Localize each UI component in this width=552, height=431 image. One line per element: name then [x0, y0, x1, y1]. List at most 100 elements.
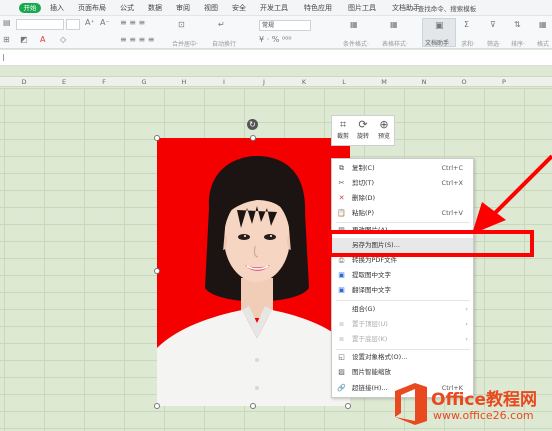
paste-icon: 📋	[337, 209, 346, 217]
sort-label[interactable]: 排序·	[511, 39, 525, 48]
menu-item-group[interactable]: 组合(G) ›	[332, 302, 473, 317]
wrap-label[interactable]: 自动换行	[212, 39, 236, 48]
merge-label[interactable]: 合并居中·	[172, 39, 198, 48]
menu-separator	[336, 300, 470, 301]
doc-helper-button[interactable]: ▣ 文档助手	[422, 18, 456, 47]
table-style-icon[interactable]: ▦	[390, 20, 398, 29]
annotation-arrow	[472, 154, 552, 234]
menu-item-delete[interactable]: ✕ 删除(D)	[332, 191, 473, 206]
rotate-button[interactable]: ⟳ 旋转	[353, 118, 373, 140]
tab-special[interactable]: 特色应用	[304, 3, 332, 13]
layers-up-icon: ⧈	[339, 320, 344, 328]
align-icons[interactable]: ≡ ≡ ≡	[120, 18, 145, 27]
tab-formulas[interactable]: 公式	[120, 3, 134, 13]
column-header[interactable]: E	[44, 78, 84, 86]
menu-item-label: 超链接(H)...	[352, 384, 388, 392]
tab-security[interactable]: 安全	[232, 3, 246, 13]
tab-developer[interactable]: 开发工具	[260, 3, 288, 13]
menu-item-paste[interactable]: 📋 粘贴(P) Ctrl+V	[332, 206, 473, 221]
resize-handle[interactable]	[154, 135, 160, 141]
submenu-arrow-icon: ›	[465, 320, 468, 328]
translate-icon: ▣	[338, 286, 345, 294]
crop-button[interactable]: ⌗ 裁剪	[333, 118, 353, 140]
resize-handle[interactable]	[154, 403, 160, 409]
font-grow-icon[interactable]: A⁺	[85, 18, 95, 27]
tab-review[interactable]: 审阅	[176, 3, 190, 13]
column-header[interactable]: D	[4, 78, 44, 86]
column-header[interactable]: I	[204, 78, 244, 86]
fill-color-icon[interactable]: ◩	[20, 35, 28, 44]
conditional-format-icon[interactable]: ▦	[350, 20, 358, 29]
menu-item-label: 组合(G)	[352, 305, 376, 313]
number-format-box[interactable]: 常规	[259, 20, 311, 31]
command-search[interactable]: ⌕ 查找命令、搜索模板	[412, 3, 476, 14]
column-header[interactable]: P	[484, 78, 524, 86]
sum-icon[interactable]: Σ	[464, 20, 469, 29]
menu-item-extract-text[interactable]: ▣ 提取图中文字	[332, 268, 473, 283]
eraser-icon[interactable]: ◇	[60, 35, 66, 44]
cond-format-label[interactable]: 条件格式·	[343, 39, 369, 48]
submenu-arrow-icon: ›	[465, 335, 468, 343]
rotate-icon: ⟳	[358, 118, 368, 131]
resize-handle[interactable]	[250, 403, 256, 409]
column-header[interactable]: O	[444, 78, 484, 86]
menu-bar: 开始 插入 页面布局 公式 数据 审阅 视图 安全 开发工具 特色应用 图片工具…	[0, 0, 552, 16]
column-header[interactable]: F	[84, 78, 124, 86]
column-header[interactable]: M	[364, 78, 404, 86]
menu-item-translate-text[interactable]: ▣ 翻译图中文字	[332, 283, 473, 298]
formula-bar[interactable]	[0, 50, 552, 66]
paste-icon[interactable]: ▤	[3, 18, 11, 27]
menu-item-copy[interactable]: ⧉ 复制(C) Ctrl+C	[332, 161, 473, 176]
sum-label[interactable]: 求和·	[461, 39, 475, 48]
tab-data[interactable]: 数据	[148, 3, 162, 13]
menu-item-label: 剪切(T)	[352, 179, 375, 187]
resize-handle[interactable]	[345, 403, 351, 409]
tab-insert[interactable]: 插入	[50, 3, 64, 13]
brand-text: Office教程网	[431, 390, 538, 410]
smart-scale-icon: ▨	[338, 368, 345, 376]
sort-icon[interactable]: ⇅	[514, 20, 521, 29]
menu-item-cut[interactable]: ✂ 剪切(T) Ctrl+X	[332, 176, 473, 191]
id-photo[interactable]	[157, 138, 350, 406]
filter-icon[interactable]: ⊽	[490, 20, 496, 29]
menu-item-label: 提取图中文字	[352, 271, 391, 279]
font-color-icon[interactable]: A	[40, 35, 45, 44]
wrap-icon[interactable]: ↵	[218, 20, 225, 29]
merge-icon[interactable]: ⊡	[178, 20, 185, 29]
menu-item-smart-scale[interactable]: ▨ 图片智能缩放	[332, 365, 473, 380]
menu-item-bring-to-top: ⧈ 置于顶层(U) ›	[332, 317, 473, 332]
font-shrink-icon[interactable]: A⁻	[100, 18, 110, 27]
resize-handle[interactable]	[154, 268, 160, 274]
border-icon[interactable]: ⊞	[3, 35, 10, 44]
link-icon: 🔗	[337, 384, 346, 392]
font-name-box[interactable]	[16, 19, 64, 30]
filter-label[interactable]: 筛选·	[487, 39, 501, 48]
tab-page-layout[interactable]: 页面布局	[78, 3, 106, 13]
mini-toolbar: ⌗ 裁剪 ⟳ 旋转 ⊕ 预览	[331, 115, 395, 146]
currency-icon[interactable]: ¥ · % ⁰⁰⁰	[259, 35, 291, 44]
scissors-icon: ✂	[338, 179, 345, 187]
menu-item-label: 置于底层(K)	[352, 335, 388, 343]
font-size-box[interactable]	[66, 19, 80, 30]
format-icon[interactable]: ▦	[539, 20, 547, 29]
delete-x-icon: ✕	[338, 194, 345, 202]
menu-item-format-object[interactable]: ◱ 设置对象格式(O)...	[332, 350, 473, 365]
column-header[interactable]: L	[324, 78, 364, 86]
rotate-handle-icon[interactable]: ↻	[247, 119, 258, 130]
align-icons-2[interactable]: ≡ ≡ ≡ ≡	[120, 35, 154, 44]
format-label[interactable]: 格式	[537, 39, 549, 48]
resize-handle[interactable]	[250, 135, 256, 141]
tab-view[interactable]: 视图	[204, 3, 218, 13]
brand-url: www.office26.com	[433, 409, 534, 422]
menu-item-label: 设置对象格式(O)...	[352, 353, 408, 361]
column-header[interactable]: K	[284, 78, 324, 86]
table-style-label[interactable]: 表格样式·	[382, 39, 408, 48]
menu-item-label: 置于顶层(U)	[352, 320, 388, 328]
column-header[interactable]: J	[244, 78, 284, 86]
column-header[interactable]: H	[164, 78, 204, 86]
tab-picture-tools[interactable]: 图片工具	[348, 3, 376, 13]
column-header[interactable]: G	[124, 78, 164, 86]
tab-start[interactable]: 开始	[19, 3, 41, 13]
column-header[interactable]: N	[404, 78, 444, 86]
preview-button[interactable]: ⊕ 预览	[374, 118, 394, 140]
